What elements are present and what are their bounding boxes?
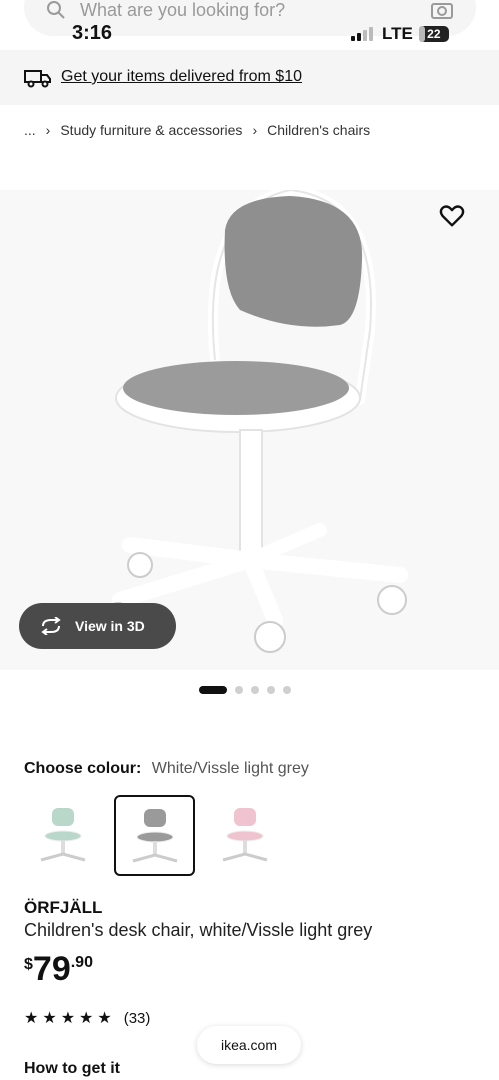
carousel-dot[interactable] — [235, 686, 243, 694]
product-description: Children's desk chair, white/Vissle ligh… — [24, 920, 373, 940]
battery-level: 22 — [427, 27, 441, 41]
url-text: ikea.com — [220, 1037, 278, 1053]
star-icon: ★ — [60, 1010, 76, 1027]
carousel-dots[interactable] — [199, 686, 291, 694]
delivery-link[interactable]: Get your items delivered from $10 — [61, 68, 302, 86]
breadcrumb-item-study-furniture[interactable]: Study furniture & accessories — [60, 122, 242, 138]
how-to-get-it-heading: How to get it — [24, 1060, 120, 1077]
product-image[interactable] — [0, 184, 499, 670]
product-rating[interactable]: ★ ★ ★ ★ ★ (33) — [24, 1008, 150, 1028]
breadcrumb-ellipsis[interactable]: ... — [24, 122, 36, 138]
status-indicators: LTE 22 — [350, 24, 449, 44]
breadcrumb: ... › Study furniture & accessories › Ch… — [24, 122, 370, 138]
colour-swatch-pink[interactable] — [206, 796, 284, 874]
price-currency: $ — [24, 956, 33, 973]
camera-icon[interactable] — [430, 0, 454, 20]
browser-url-bar[interactable]: ikea.com — [197, 1026, 301, 1064]
search-icon — [47, 1, 65, 19]
battery-icon: 22 — [418, 26, 449, 42]
chair-illustration — [105, 184, 408, 653]
star-icon: ★ — [24, 1010, 39, 1027]
product-name: ÖRFJÄLL — [24, 898, 103, 917]
carousel-dot[interactable] — [267, 686, 275, 694]
selected-colour-value: White/Vissle light grey — [151, 760, 309, 777]
review-count[interactable]: (33) — [124, 1010, 151, 1027]
price-integer: 79 — [32, 950, 71, 988]
price-decimal: .90 — [70, 954, 93, 971]
carousel-dot[interactable] — [283, 686, 291, 694]
colour-swatch-green[interactable] — [24, 796, 102, 874]
carousel-dot[interactable] — [199, 686, 227, 694]
chair-thumbnail — [222, 802, 268, 862]
truck-icon — [24, 70, 51, 88]
view-3d-label: View in 3D — [75, 618, 145, 634]
chair-thumbnail — [132, 802, 177, 862]
chevron-right-icon: › — [252, 122, 258, 138]
signal-icon — [351, 27, 373, 41]
star-icon: ★ — [42, 1010, 57, 1027]
product-price: $ 79 .90 — [24, 950, 93, 988]
chair-thumbnail — [40, 802, 86, 862]
network-label: LTE — [382, 24, 413, 43]
star-icon: ★ — [79, 1010, 94, 1027]
colour-selector-label: Choose colour: White/Vissle light grey — [24, 760, 309, 778]
search-input[interactable]: What are you looking for? — [80, 0, 285, 21]
colour-swatch-light-grey[interactable] — [114, 795, 195, 876]
star-icon: ★ — [97, 1010, 112, 1027]
carousel-dot[interactable] — [251, 686, 259, 694]
chevron-right-icon: › — [45, 122, 51, 138]
heart-icon[interactable] — [438, 202, 466, 230]
view-3d-button[interactable]: View in 3D — [19, 603, 176, 649]
status-time: 3:16 — [72, 22, 113, 44]
breadcrumb-item-childrens-chairs[interactable]: Children's chairs — [267, 122, 370, 138]
rotate-3d-icon — [41, 617, 61, 635]
choose-colour-label: Choose colour: — [24, 760, 142, 777]
